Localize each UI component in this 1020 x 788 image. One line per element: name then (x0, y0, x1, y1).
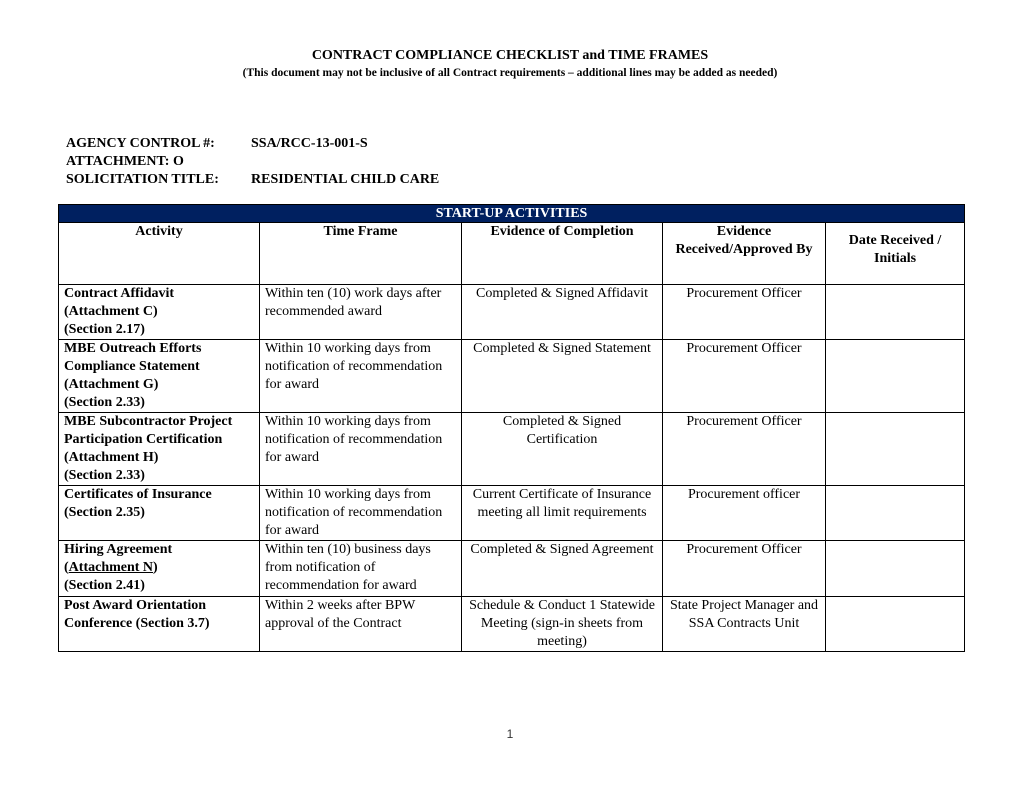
activity-line: MBE Outreach Efforts Compliance Statemen… (64, 341, 202, 374)
cell-evidence: Completed & Signed Statement (461, 339, 663, 413)
table-row: MBE Subcontractor Project Participation … (58, 412, 966, 486)
header-received-by: Evidence Received/Approved By (662, 222, 826, 285)
cell-evidence: Completed & Signed Affidavit (461, 284, 663, 340)
activity-line: (Attachment H) (64, 450, 159, 465)
cell-time-frame: Within 10 working days from notification… (259, 412, 462, 486)
attachment-label: ATTACHMENT: O (66, 154, 184, 169)
cell-time-frame: Within ten (10) work days after recommen… (259, 284, 462, 340)
activity-line: (Section 2.35) (64, 505, 145, 520)
solicitation-title-value: RESIDENTIAL CHILD CARE (251, 172, 440, 187)
cell-received-by: Procurement Officer (662, 284, 826, 340)
table-row: Post Award Orientation Conference (Secti… (58, 596, 966, 652)
activity-line: (Attachment N) (64, 560, 158, 575)
solicitation-title-label: SOLICITATION TITLE: (66, 172, 219, 187)
agency-control-row: AGENCY CONTROL #: SSA/RCC-13-001-S (66, 135, 439, 153)
cell-date-received[interactable] (824, 596, 966, 652)
document-title: CONTRACT COMPLIANCE CHECKLIST and TIME F… (311, 48, 709, 63)
cell-activity: Post Award Orientation Conference (Secti… (58, 596, 260, 652)
activity-line: (Attachment G) (64, 377, 159, 392)
activity-line: Contract Affidavit (64, 286, 175, 301)
cell-received-by: State Project Manager and SSA Contracts … (662, 596, 826, 652)
cell-evidence: Schedule & Conduct 1 Statewide Meeting (… (461, 596, 663, 652)
cell-evidence: Completed & Signed Agreement (461, 540, 663, 597)
cell-received-by: Procurement Officer (662, 412, 826, 486)
activity-line: (Attachment C) (64, 304, 158, 319)
activity-line: Certificates of Insurance (64, 487, 212, 502)
cell-activity: Certificates of Insurance (Section 2.35) (58, 485, 260, 541)
activity-line: Hiring Agreement (64, 542, 173, 557)
cell-activity: MBE Subcontractor Project Participation … (58, 412, 260, 486)
table-row: Certificates of Insurance (Section 2.35) W… (58, 485, 966, 541)
activity-line: MBE Subcontractor Project Participation … (64, 414, 233, 447)
cell-date-received[interactable] (824, 339, 966, 413)
table-row: Contract Affidavit (Attachment C) (Section… (58, 284, 966, 340)
header-evidence: Evidence of Completion (461, 222, 663, 285)
column-header-row: Activity Time Frame Evidence of Completi… (58, 222, 966, 285)
header-time-frame: Time Frame (259, 222, 462, 285)
cell-evidence: Completed & Signed Certification (461, 412, 663, 486)
activity-line: (Section 2.41) (64, 578, 145, 593)
table-row: Hiring Agreement (Attachment N) (Section 2… (58, 540, 966, 597)
activity-line: (Section 2.33) (64, 468, 145, 483)
compliance-checklist-table: START-UP ACTIVITIES Activity Time Frame … (57, 204, 966, 652)
cell-evidence: Current Certificate of Insurance meeting… (461, 485, 663, 541)
section-header-row: START-UP ACTIVITIES (57, 204, 966, 223)
activity-line: (Section 2.17) (64, 322, 145, 337)
cell-date-received[interactable] (824, 412, 966, 486)
cell-time-frame: Within ten (10) business days from notif… (259, 540, 462, 597)
cell-date-received[interactable] (824, 284, 966, 340)
cell-activity: Hiring Agreement (Attachment N) (Section 2… (58, 540, 260, 597)
agency-control-value: SSA/RCC-13-001-S (251, 136, 368, 151)
cell-received-by: Procurement Officer (662, 339, 826, 413)
agency-control-label: AGENCY CONTROL #: (66, 136, 215, 151)
solicitation-title-row: SOLICITATION TITLE: RESIDENTIAL CHILD CA… (66, 171, 439, 189)
cell-activity: Contract Affidavit (Attachment C) (Section… (58, 284, 260, 340)
attachment-row: ATTACHMENT: O (66, 153, 439, 171)
header-activity: Activity (58, 222, 260, 285)
cell-activity: MBE Outreach Efforts Compliance Statemen… (58, 339, 260, 413)
cell-received-by: Procurement Officer (662, 540, 826, 597)
cell-time-frame: Within 10 working days from notification… (259, 485, 462, 541)
table-row: MBE Outreach Efforts Compliance Statemen… (58, 339, 966, 413)
cell-date-received[interactable] (824, 540, 966, 597)
cell-date-received[interactable] (824, 485, 966, 541)
header-date-received: Date Received / Initials (824, 222, 966, 285)
table-body: Contract Affidavit (Attachment C) (Section… (58, 284, 966, 652)
document-meta: AGENCY CONTROL #: SSA/RCC-13-001-S ATTAC… (66, 135, 439, 189)
cell-time-frame: Within 2 weeks after BPW approval of the… (259, 596, 462, 652)
page-number: 1 (506, 727, 514, 741)
cell-received-by: Procurement officer (662, 485, 826, 541)
activity-line: Post Award Orientation Conference (Secti… (64, 598, 210, 631)
document-subtitle: (This document may not be inclusive of a… (242, 67, 778, 79)
section-title: START-UP ACTIVITIES (57, 204, 966, 223)
cell-time-frame: Within 10 working days from notification… (259, 339, 462, 413)
activity-line: (Section 2.33) (64, 395, 145, 410)
